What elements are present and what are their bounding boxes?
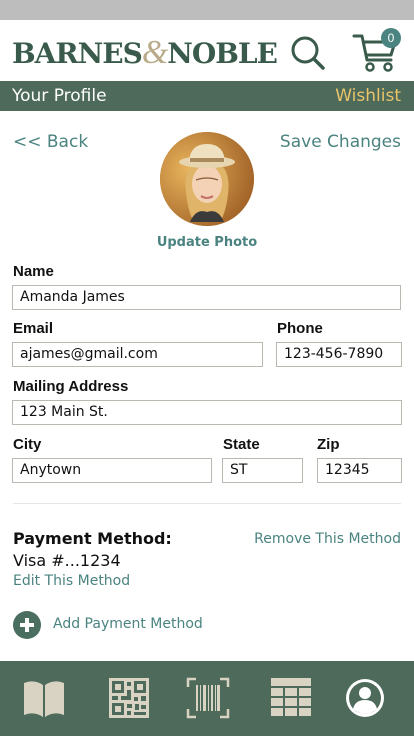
search-button[interactable]: [289, 34, 327, 72]
profile-photo: [160, 132, 254, 226]
cart-button[interactable]: 0: [351, 28, 403, 74]
grid-icon: [271, 678, 311, 716]
cart-count-badge: 0: [381, 28, 401, 48]
book-icon: [24, 681, 64, 717]
zip-label: Zip: [317, 436, 340, 453]
app-header: BARNES&NOBLE 0: [0, 20, 414, 81]
section-divider: [13, 503, 401, 504]
search-icon: [291, 36, 325, 70]
logo-word-barnes: BARNES: [12, 37, 143, 70]
nav-library[interactable]: [22, 677, 66, 719]
add-circle-icon: [13, 611, 41, 639]
phone-label: Phone: [277, 320, 323, 337]
nav-barcode-scan[interactable]: [186, 677, 230, 719]
barcode-scan-icon: [186, 677, 230, 719]
add-payment-method-label: Add Payment Method: [53, 616, 203, 632]
payment-card-summary: Visa #...1234: [13, 551, 121, 570]
qr-code-icon: [109, 678, 149, 718]
city-field[interactable]: Anytown: [12, 458, 212, 483]
phone-field[interactable]: 123-456-7890: [276, 342, 402, 367]
back-link[interactable]: << Back: [13, 132, 88, 152]
bottom-nav: [0, 661, 414, 736]
title-bar: Your Profile Wishlist: [0, 81, 414, 111]
nav-profile[interactable]: [343, 677, 387, 719]
name-field[interactable]: Amanda James: [12, 285, 401, 310]
mailing-address-label: Mailing Address: [13, 378, 129, 395]
nav-qr-scan[interactable]: [107, 677, 151, 719]
edit-payment-method-link[interactable]: Edit This Method: [13, 573, 130, 589]
barnes-noble-logo[interactable]: BARNES&NOBLE: [12, 34, 278, 71]
avatar[interactable]: [160, 132, 254, 226]
remove-payment-method-link[interactable]: Remove This Method: [254, 531, 401, 547]
nav-browse-grid[interactable]: [269, 677, 313, 719]
email-field[interactable]: ajames@gmail.com: [12, 342, 263, 367]
update-photo-link[interactable]: Update Photo: [0, 235, 414, 250]
logo-word-noble: NOBLE: [167, 37, 278, 70]
wishlist-link[interactable]: Wishlist: [335, 86, 401, 106]
mailing-address-field[interactable]: 123 Main St.: [12, 400, 402, 425]
save-changes-link[interactable]: Save Changes: [280, 132, 401, 152]
page-title: Your Profile: [12, 86, 107, 106]
payment-method-title: Payment Method:: [13, 529, 172, 548]
zip-field[interactable]: 12345: [317, 458, 402, 483]
city-label: City: [13, 436, 42, 453]
state-field[interactable]: ST: [222, 458, 303, 483]
email-label: Email: [13, 320, 54, 337]
state-label: State: [223, 436, 260, 453]
profile-icon: [346, 679, 384, 717]
logo-ampersand: &: [141, 34, 168, 71]
name-label: Name: [13, 263, 54, 280]
status-strip: [0, 0, 414, 20]
